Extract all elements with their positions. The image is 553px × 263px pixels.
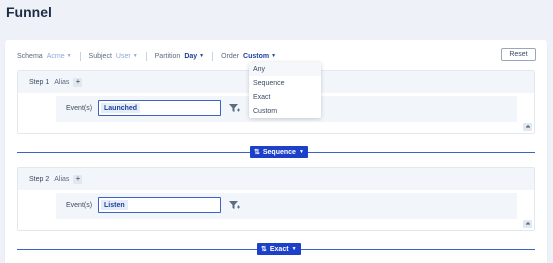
order-option-exact[interactable]: Exact	[249, 90, 321, 104]
caret-down-icon: ▼	[298, 148, 304, 155]
filter-icon[interactable]	[228, 102, 240, 114]
schema-select[interactable]: Acme ▼	[47, 53, 72, 60]
connector-label: Exact	[269, 245, 289, 253]
subject-value: User	[115, 52, 131, 60]
swap-icon: ⇅	[254, 149, 260, 156]
event-input[interactable]: Launched	[98, 100, 221, 116]
caret-down-icon: ▼	[66, 52, 72, 59]
step-label: Step 1	[29, 78, 50, 86]
step-header: Step 2 Alias +	[18, 168, 534, 190]
page-title: Funnel	[6, 4, 52, 20]
exact-connector-button[interactable]: ⇅ Exact ▼	[257, 243, 301, 255]
collapse-button[interactable]	[523, 220, 532, 228]
subject-label: Subject	[88, 52, 112, 60]
funnel-toolbar: Schema Acme ▼ Subject User ▼ Partition D…	[17, 51, 276, 61]
partition-value: Day	[184, 52, 198, 60]
order-option-custom[interactable]: Custom	[249, 104, 321, 118]
add-alias-button[interactable]: +	[73, 77, 83, 87]
caret-down-icon: ▼	[271, 52, 277, 59]
event-row: Event(s) Listen	[56, 193, 517, 219]
events-label: Event(s)	[66, 202, 93, 209]
swap-icon: ⇅	[261, 246, 267, 253]
toolbar-divider	[79, 51, 81, 61]
alias-label: Alias	[54, 175, 70, 183]
caret-down-icon: ▼	[291, 245, 297, 252]
schema-value: Acme	[46, 52, 65, 60]
filter-icon[interactable]	[228, 199, 240, 211]
schema-label: Schema	[17, 52, 43, 60]
collapse-icon	[525, 125, 530, 128]
add-alias-button[interactable]: +	[73, 174, 83, 184]
connector-label: Sequence	[262, 148, 296, 156]
toolbar-divider	[145, 51, 147, 61]
caret-down-icon: ▼	[199, 52, 205, 59]
funnel-card: Schema Acme ▼ Subject User ▼ Partition D…	[5, 40, 547, 263]
order-select[interactable]: Custom ▼	[243, 53, 276, 60]
step-label: Step 2	[29, 175, 50, 183]
partition-label: Partition	[154, 52, 181, 60]
caret-down-icon: ▼	[132, 52, 138, 59]
subject-select[interactable]: User ▼	[116, 53, 138, 60]
event-tag[interactable]: Listen	[101, 200, 128, 210]
collapse-button[interactable]	[523, 123, 532, 131]
alias-label: Alias	[54, 78, 70, 86]
sequence-connector-button[interactable]: ⇅ Sequence ▼	[250, 146, 308, 158]
funnel-step-2: Step 2 Alias + Event(s) Listen	[17, 167, 535, 231]
order-option-sequence[interactable]: Sequence	[249, 76, 321, 90]
events-label: Event(s)	[66, 105, 93, 112]
collapse-icon	[525, 222, 530, 225]
order-option-any[interactable]: Any	[249, 62, 321, 76]
partition-select[interactable]: Day ▼	[184, 53, 204, 60]
reset-button[interactable]: Reset	[501, 48, 536, 61]
order-value: Custom	[243, 52, 270, 60]
event-tag[interactable]: Launched	[101, 103, 141, 113]
toolbar-divider	[212, 51, 214, 61]
order-dropdown-menu: Any Sequence Exact Custom	[249, 62, 321, 118]
event-input[interactable]: Listen	[98, 197, 221, 213]
order-label: Order	[221, 52, 240, 60]
